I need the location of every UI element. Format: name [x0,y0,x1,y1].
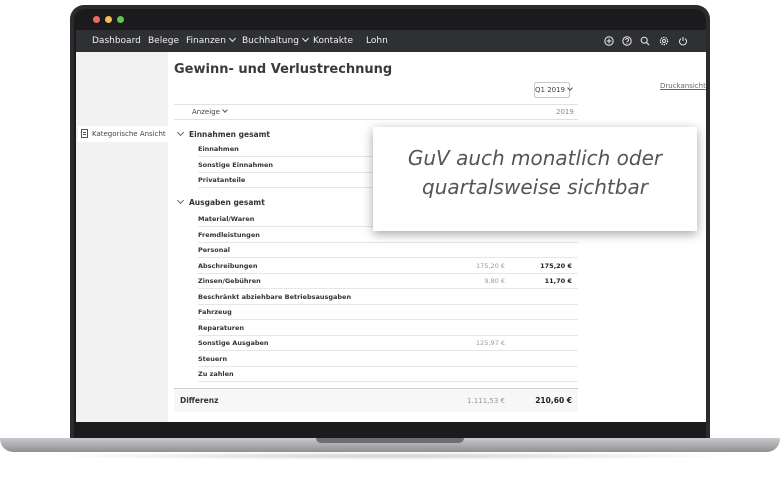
row-value: 125,97 € [476,339,505,347]
power-icon[interactable] [678,36,688,46]
nav-kontakte[interactable]: Kontakte [313,30,353,52]
anzeige-label: Anzeige [192,108,220,116]
sidebar-item-kategorische-ansicht[interactable]: Kategorische Ansicht [78,126,168,142]
table-row[interactable]: Steuern [198,352,578,367]
table-row[interactable]: Fahrzeug [198,305,578,320]
row-label: Reparaturen [198,323,245,332]
laptop-shadow [40,452,740,460]
row-label: Abschreibungen [198,261,258,270]
gear-icon[interactable] [659,36,669,46]
nav-buchhaltung-label: Buchhaltung [242,36,299,46]
table-row[interactable]: Abschreibungen 175,20 € 175,20 € [198,259,578,274]
table-row[interactable]: Personal [198,243,578,258]
anzeige-dropdown[interactable]: Anzeige [192,105,228,120]
income-group-title: Einnahmen gesamt [189,130,271,139]
difference-row: Differenz 1.111,53 € 210,60 € [174,388,578,412]
nav-finanzen[interactable]: Finanzen [186,30,236,52]
row-total: 175,20 € [540,261,572,270]
row-label: Sonstige Ausgaben [198,339,269,347]
income-group-toggle[interactable]: Einnahmen gesamt [174,128,270,142]
chevron-down-icon [176,196,185,205]
callout-line-1: GuV auch monatlich oder [407,146,663,170]
table-row[interactable]: Zinsen/Gebühren 9,80 € 11,70 € [198,274,578,289]
table-row[interactable]: Reparaturen [198,321,578,336]
callout-box: GuV auch monatlich oder quartalsweise si… [373,127,697,231]
difference-value: 1.111,53 € [467,397,505,405]
main-content: Gewinn- und Verlustrechnung Q1 2019 Druc… [168,52,706,422]
nav-belege[interactable]: Belege [148,30,179,52]
top-navbar: Dashboard Belege Finanzen Buchhaltung Ko… [76,30,706,52]
sidebar: Kategorische Ansicht [76,52,168,422]
nav-lohn[interactable]: Lohn [366,30,388,52]
chevron-down-icon [567,85,573,91]
row-label: Zu zahlen [198,370,234,378]
row-label: Privatanteile [198,176,246,184]
row-total: 11,70 € [544,277,572,285]
window-maximize-dot[interactable] [117,16,124,23]
sidebar-item-label: Kategorische Ansicht [92,130,166,138]
help-icon[interactable] [622,36,632,46]
plus-circle-icon[interactable] [604,36,614,46]
laptop-notch [316,438,464,443]
expenses-group-title: Ausgaben gesamt [189,198,265,207]
row-label: Fremdleistungen [198,230,260,239]
search-icon[interactable] [640,36,650,46]
table-header: Anzeige 2019 [174,104,578,120]
page-title: Gewinn- und Verlustrechnung [174,62,393,77]
nav-dashboard[interactable]: Dashboard [92,30,141,52]
row-label: Sonstige Einnahmen [198,160,274,169]
difference-total: 210,60 € [535,396,572,405]
window-close-dot[interactable] [93,16,100,23]
print-view-link[interactable]: Druckansicht [660,82,706,90]
nav-buchhaltung[interactable]: Buchhaltung [242,30,309,52]
window-minimize-dot[interactable] [105,16,112,23]
row-label: Steuern [198,354,228,363]
row-value: 175,20 € [476,261,505,270]
period-select-value: Q1 2019 [535,86,566,94]
table-row[interactable]: Beschränkt abziehbare Betriebsausgaben [198,290,578,305]
chevron-down-icon [222,107,228,113]
row-label: Beschränkt abziehbare Betriebsausgaben [198,292,352,301]
difference-label: Differenz [180,396,219,405]
row-label: Material/Waren [198,215,255,223]
callout-text: GuV auch monatlich oder quartalsweise si… [373,144,697,202]
table-row[interactable]: Zu zahlen [198,367,578,382]
period-select[interactable]: Q1 2019 [534,82,573,98]
chevron-down-icon [176,128,185,137]
expenses-group-toggle[interactable]: Ausgaben gesamt [174,196,265,210]
chevron-down-icon [228,34,236,43]
row-label: Einnahmen [198,145,239,153]
row-value: 9,80 € [484,277,505,285]
chevron-down-icon [301,34,309,43]
row-label: Fahrzeug [198,308,232,316]
document-icon [81,129,88,138]
row-label: Zinsen/Gebühren [198,277,261,285]
callout-line-2: quartalsweise sichtbar [422,175,648,199]
table-row[interactable]: Sonstige Ausgaben 125,97 € [198,336,578,351]
nav-finanzen-label: Finanzen [186,36,226,46]
year-column-header: 2019 [556,108,574,116]
row-label: Personal [198,246,230,254]
